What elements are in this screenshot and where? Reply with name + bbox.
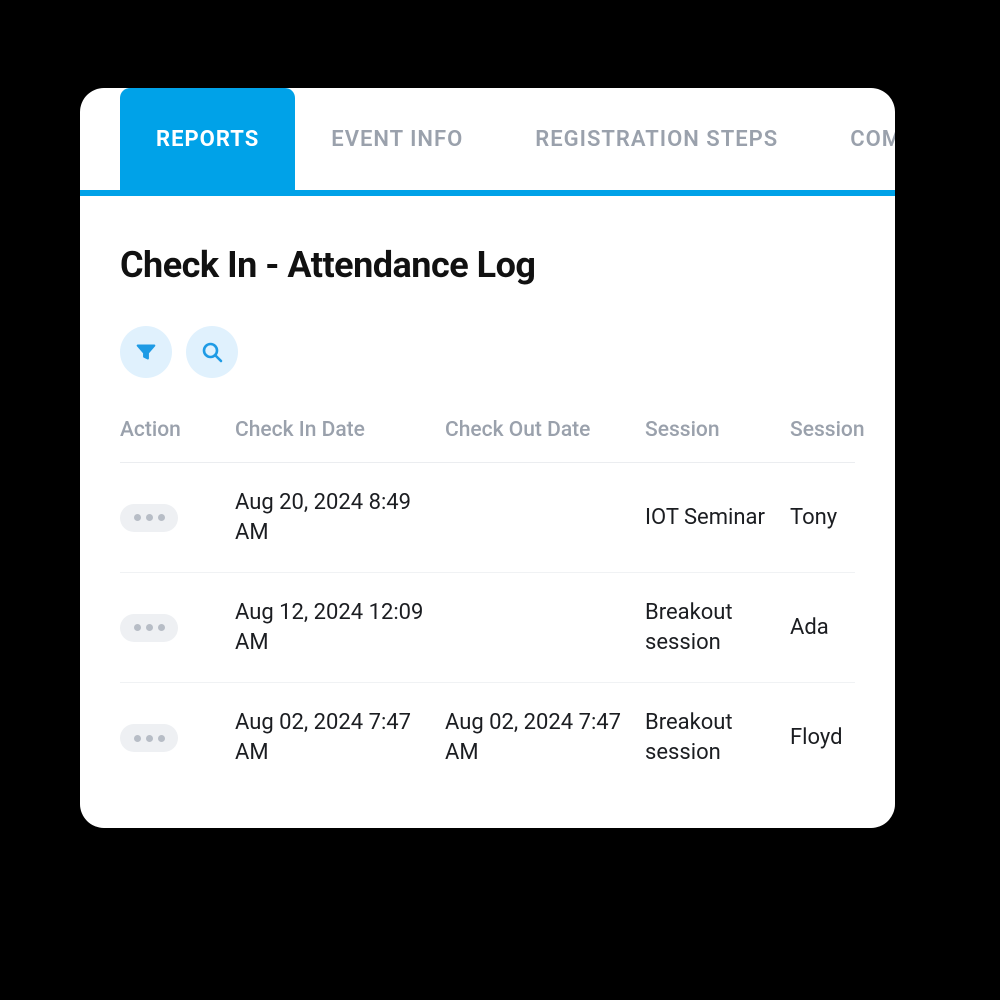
report-card: REPORTS EVENT INFO REGISTRATION STEPS CO…	[80, 88, 895, 828]
toolbar	[120, 326, 855, 378]
cell-session: Breakout session	[645, 708, 790, 767]
row-actions-button[interactable]	[120, 504, 178, 532]
page-title: Check In - Attendance Log	[120, 244, 855, 286]
cell-name: Floyd	[790, 723, 855, 753]
col-session: Session	[645, 418, 790, 442]
attendance-table: Action Check In Date Check Out Date Sess…	[120, 418, 855, 793]
content-area: Check In - Attendance Log Action Check I…	[80, 196, 895, 793]
table-row: Aug 02, 2024 7:47 AM Aug 02, 2024 7:47 A…	[120, 683, 855, 793]
tab-event-info[interactable]: EVENT INFO	[295, 88, 499, 190]
col-name: Session	[790, 418, 865, 442]
filter-button[interactable]	[120, 326, 172, 378]
tab-registration-steps[interactable]: REGISTRATION STEPS	[499, 88, 814, 190]
cell-check-in: Aug 20, 2024 8:49 AM	[235, 488, 445, 547]
col-check-out: Check Out Date	[445, 418, 645, 442]
col-check-in: Check In Date	[235, 418, 445, 442]
table-row: Aug 12, 2024 12:09 AM Breakout session A…	[120, 573, 855, 683]
cell-check-in: Aug 12, 2024 12:09 AM	[235, 598, 445, 657]
cell-action	[120, 504, 235, 532]
dots-icon	[134, 735, 141, 742]
cell-check-out: Aug 02, 2024 7:47 AM	[445, 708, 645, 767]
tab-reports[interactable]: REPORTS	[120, 88, 295, 190]
search-button[interactable]	[186, 326, 238, 378]
cell-action	[120, 614, 235, 642]
cell-session: Breakout session	[645, 598, 790, 657]
search-icon	[200, 340, 224, 364]
tab-communications[interactable]: COMMUNICATIONS	[814, 88, 895, 190]
tab-bar: REPORTS EVENT INFO REGISTRATION STEPS CO…	[80, 88, 895, 196]
cell-action	[120, 724, 235, 752]
table-header: Action Check In Date Check Out Date Sess…	[120, 418, 855, 463]
cell-check-in: Aug 02, 2024 7:47 AM	[235, 708, 445, 767]
cell-name: Tony	[790, 503, 855, 533]
dots-icon	[134, 514, 141, 521]
dots-icon	[134, 624, 141, 631]
cell-session: IOT Seminar	[645, 503, 790, 533]
cell-name: Ada	[790, 613, 855, 643]
filter-icon	[135, 341, 157, 363]
col-action: Action	[120, 418, 235, 442]
table-row: Aug 20, 2024 8:49 AM IOT Seminar Tony	[120, 463, 855, 573]
row-actions-button[interactable]	[120, 724, 178, 752]
row-actions-button[interactable]	[120, 614, 178, 642]
